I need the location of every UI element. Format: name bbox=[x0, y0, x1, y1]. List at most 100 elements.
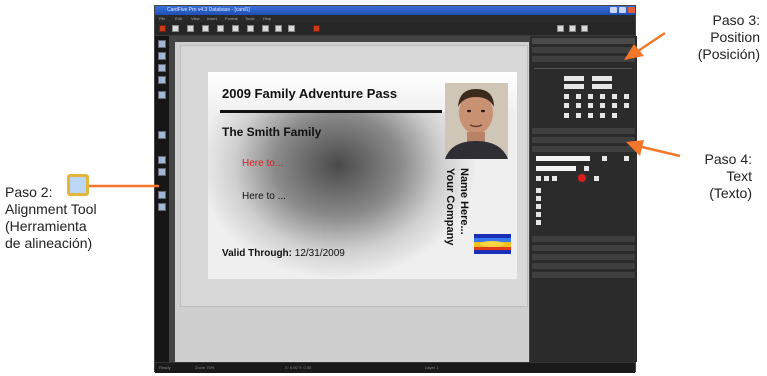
shape-tool-icon[interactable] bbox=[158, 64, 166, 72]
pos-btn[interactable] bbox=[612, 103, 617, 108]
style-btn[interactable] bbox=[594, 176, 599, 181]
pos-btn[interactable] bbox=[564, 103, 569, 108]
pos-btn[interactable] bbox=[588, 113, 593, 118]
menu-view[interactable]: View bbox=[191, 16, 200, 21]
menu-format[interactable]: Format bbox=[225, 16, 238, 21]
family-name[interactable]: The Smith Family bbox=[222, 125, 321, 139]
copy-icon[interactable] bbox=[247, 25, 254, 32]
text-section-header[interactable] bbox=[532, 146, 635, 152]
family-pass-card[interactable]: 2009 Family Adventure Pass The Smith Fam… bbox=[208, 72, 517, 279]
cut-icon[interactable] bbox=[232, 25, 239, 32]
company-line2: Name Here... bbox=[458, 168, 470, 235]
minimize-button[interactable] bbox=[610, 7, 617, 13]
section-header[interactable] bbox=[532, 128, 635, 134]
pointer-tool-icon[interactable] bbox=[158, 40, 166, 48]
width-field[interactable] bbox=[564, 84, 584, 89]
align-left-icon[interactable] bbox=[158, 168, 166, 176]
position-section-header[interactable] bbox=[532, 56, 635, 62]
stop-icon[interactable] bbox=[159, 25, 166, 32]
layout-icon[interactable] bbox=[581, 25, 588, 32]
option-checkbox[interactable] bbox=[536, 220, 541, 225]
record-icon[interactable] bbox=[313, 25, 320, 32]
maximize-button[interactable] bbox=[619, 7, 626, 13]
section-header[interactable] bbox=[532, 236, 635, 242]
pos-btn[interactable] bbox=[588, 103, 593, 108]
menu-help[interactable]: Help bbox=[263, 16, 271, 21]
menu-edit[interactable]: Edit bbox=[175, 16, 182, 21]
distribute-icon[interactable] bbox=[158, 203, 166, 211]
position-x-field[interactable] bbox=[564, 76, 584, 81]
left-toolbox bbox=[155, 36, 170, 362]
status-coords: X: 0.00 Y: 0.00 bbox=[285, 365, 312, 370]
step4-arrow-icon bbox=[626, 140, 681, 158]
menu-insert[interactable]: Insert bbox=[207, 16, 217, 21]
image-tool-icon[interactable] bbox=[158, 76, 166, 84]
company-logo-image[interactable] bbox=[474, 234, 511, 254]
toolbar bbox=[155, 22, 635, 36]
print-icon[interactable] bbox=[217, 25, 224, 32]
close-button[interactable] bbox=[628, 7, 635, 13]
save-icon[interactable] bbox=[202, 25, 209, 32]
properties-panel bbox=[529, 36, 637, 362]
zoom-tool-icon[interactable] bbox=[158, 131, 166, 139]
section-header[interactable] bbox=[532, 272, 635, 278]
section-header[interactable] bbox=[532, 245, 635, 251]
style-btn[interactable] bbox=[552, 176, 557, 181]
status-bar: Ready Zoom 75% X: 0.00 Y: 0.00 Layer 1 bbox=[155, 362, 635, 373]
layer-tool-icon[interactable] bbox=[158, 156, 166, 164]
pos-btn[interactable] bbox=[600, 113, 605, 118]
redo-icon[interactable] bbox=[288, 25, 295, 32]
here-to-black[interactable]: Here to ... bbox=[242, 191, 286, 202]
pos-btn[interactable] bbox=[576, 94, 581, 99]
here-to-red[interactable]: Here to... bbox=[242, 158, 283, 169]
style-btn[interactable] bbox=[536, 176, 541, 181]
pos-btn[interactable] bbox=[576, 103, 581, 108]
view-icon[interactable] bbox=[557, 25, 564, 32]
paste-icon[interactable] bbox=[262, 25, 269, 32]
pos-btn[interactable] bbox=[600, 94, 605, 99]
section-header[interactable] bbox=[532, 254, 635, 260]
pos-btn[interactable] bbox=[600, 103, 605, 108]
style-btn[interactable] bbox=[544, 176, 549, 181]
section-header[interactable] bbox=[532, 137, 635, 143]
menu-file[interactable]: File bbox=[159, 16, 165, 21]
step4-line3: (Texto) bbox=[709, 185, 752, 201]
pos-btn[interactable] bbox=[564, 113, 569, 118]
pos-btn[interactable] bbox=[624, 94, 629, 99]
pos-btn[interactable] bbox=[576, 113, 581, 118]
color-swatch-icon[interactable] bbox=[578, 174, 586, 182]
open-icon[interactable] bbox=[187, 25, 194, 32]
undo-icon[interactable] bbox=[275, 25, 282, 32]
pos-btn[interactable] bbox=[624, 103, 629, 108]
pos-btn[interactable] bbox=[612, 113, 617, 118]
grid-icon[interactable] bbox=[569, 25, 576, 32]
text-btn[interactable] bbox=[602, 156, 607, 161]
panel-section-header[interactable] bbox=[532, 47, 635, 53]
barcode-tool-icon[interactable] bbox=[158, 91, 166, 99]
step3-callout: Paso 3: Position (Posición) bbox=[664, 12, 760, 63]
option-checkbox[interactable] bbox=[536, 196, 541, 201]
menu-bar: File Edit View Insert Format Tools Help bbox=[155, 15, 635, 22]
company-name[interactable]: Your Company Name Here... bbox=[440, 168, 480, 274]
new-icon[interactable] bbox=[172, 25, 179, 32]
position-y-field[interactable] bbox=[592, 76, 612, 81]
option-checkbox[interactable] bbox=[536, 204, 541, 209]
pos-btn[interactable] bbox=[588, 94, 593, 99]
menu-tools[interactable]: Tools bbox=[245, 16, 254, 21]
section-header[interactable] bbox=[532, 263, 635, 269]
pos-btn[interactable] bbox=[612, 94, 617, 99]
card-title[interactable]: 2009 Family Adventure Pass bbox=[222, 86, 397, 101]
font-btn[interactable] bbox=[584, 166, 589, 171]
portrait-photo[interactable] bbox=[445, 83, 508, 159]
pos-btn[interactable] bbox=[564, 94, 569, 99]
height-field[interactable] bbox=[592, 84, 612, 89]
option-checkbox[interactable] bbox=[536, 188, 541, 193]
status-ready: Ready bbox=[159, 365, 171, 370]
font-field[interactable] bbox=[536, 166, 576, 171]
valid-through[interactable]: Valid Through: 12/31/2009 bbox=[222, 248, 345, 259]
step3-line1: Paso 3: bbox=[712, 12, 760, 28]
step3-line3: (Posición) bbox=[697, 46, 760, 62]
option-checkbox[interactable] bbox=[536, 212, 541, 217]
text-input[interactable] bbox=[536, 156, 590, 161]
text-tool-icon[interactable] bbox=[158, 52, 166, 60]
